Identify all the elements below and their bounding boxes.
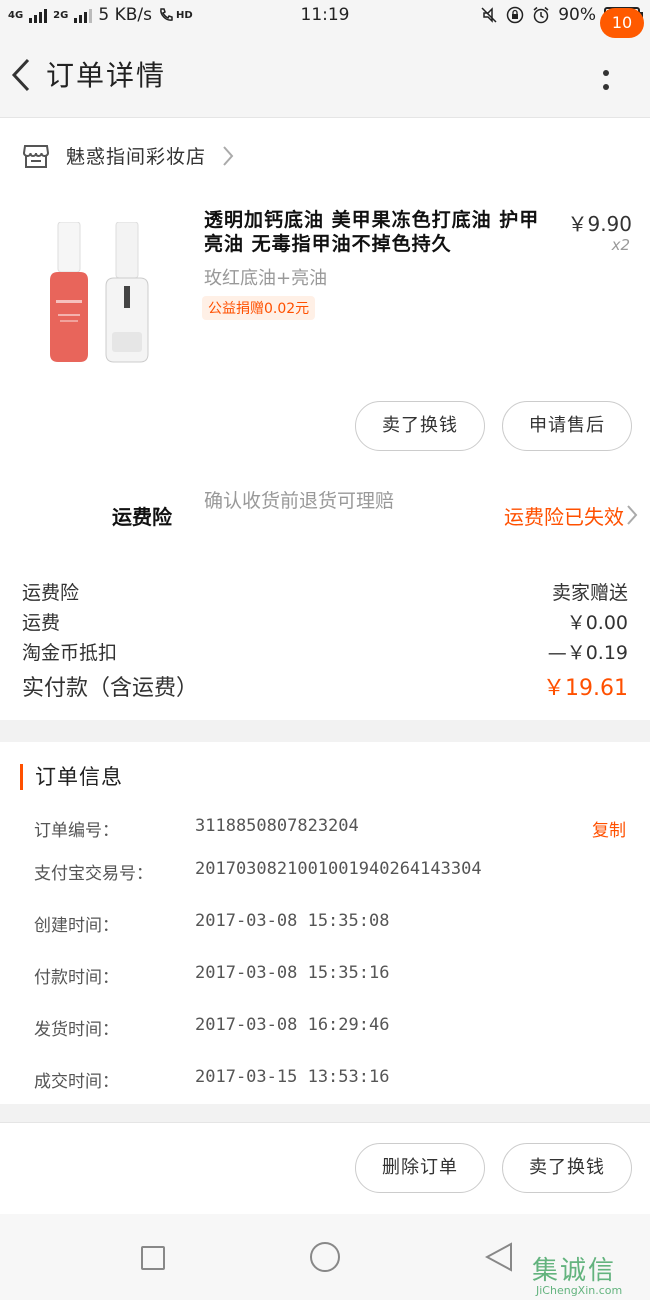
- page-title: 订单详情: [46, 59, 167, 92]
- fee-label: 运费: [22, 612, 61, 634]
- info-value: 2017-03-08 16:29:46: [195, 1015, 390, 1035]
- shop-row[interactable]: 魅惑指间彩妆店: [22, 142, 234, 169]
- shop-name[interactable]: 魅惑指间彩妆店: [66, 142, 206, 169]
- fee-value: —￥0.19: [547, 642, 628, 664]
- insurance-description: 确认收货前退货可理赔: [204, 490, 395, 512]
- battery-percent: 90%: [558, 5, 596, 25]
- product-sku: 玫红底油+亮油: [204, 268, 328, 289]
- total-label: 实付款（含运费）: [22, 676, 199, 701]
- watermark-logo: 集诚信 JiChengXin.com: [532, 1250, 648, 1298]
- info-value: 2017-03-08 15:35:16: [195, 963, 390, 983]
- copy-button[interactable]: 复制: [592, 816, 626, 841]
- alarm-icon: [533, 6, 549, 24]
- after-sale-button[interactable]: 申请售后: [502, 401, 632, 451]
- shop-icon: [22, 144, 50, 168]
- recent-apps-icon[interactable]: [141, 1246, 165, 1270]
- total-row: 实付款（含运费） ￥19.61: [22, 670, 628, 702]
- back-arrow-icon[interactable]: [8, 56, 34, 94]
- chevron-right-icon: [223, 145, 234, 166]
- product-title[interactable]: 透明加钙底油 美甲果冻色打底油 护甲亮油 无毒指甲油不掉色持久: [204, 208, 549, 256]
- fee-label: 运费险: [22, 582, 80, 604]
- total-value: ￥19.61: [543, 676, 628, 701]
- insurance-status[interactable]: 运费险已失效: [504, 501, 624, 530]
- info-value: 2017-03-15 13:53:16: [195, 1067, 390, 1087]
- bottom-action-bar: 删除订单 卖了换钱: [0, 1122, 650, 1214]
- fee-row-shipping: 运费 ￥0.00: [22, 608, 628, 635]
- product-image[interactable]: [36, 222, 176, 367]
- sell-button[interactable]: 卖了换钱: [355, 401, 485, 451]
- info-key: 付款时间：: [34, 968, 119, 988]
- order-info-title: 订单信息: [20, 764, 123, 790]
- watermark-text: 集诚信: [532, 1256, 617, 1286]
- product-quantity: x2: [611, 236, 630, 254]
- fee-row-insurance: 运费险 卖家赠送: [22, 578, 628, 605]
- chevron-right-icon[interactable]: [626, 504, 638, 526]
- product-price: ￥9.90: [567, 212, 632, 236]
- message-count-badge[interactable]: 10: [600, 8, 644, 38]
- info-key: 支付宝交易号：: [34, 864, 153, 884]
- sell-button-bottom[interactable]: 卖了换钱: [502, 1143, 632, 1193]
- delete-order-button[interactable]: 删除订单: [355, 1143, 485, 1193]
- info-value: 2017-03-08 15:35:08: [195, 911, 390, 931]
- info-key: 成交时间：: [34, 1072, 119, 1092]
- fee-value: 卖家赠送: [551, 582, 628, 604]
- back-triangle-icon[interactable]: [485, 1242, 513, 1272]
- status-bar: 4G 2G 5 KB/s HD 11:19 90%: [0, 0, 650, 32]
- lock-rotate-icon: [506, 6, 524, 24]
- mute-icon: [481, 7, 497, 23]
- insurance-label: 运费险: [112, 505, 172, 529]
- fee-value: ￥0.00: [566, 612, 628, 634]
- info-key: 订单编号：: [34, 821, 119, 841]
- more-menu-icon[interactable]: [600, 70, 612, 96]
- fee-row-coins: 淘金币抵扣 —￥0.19: [22, 638, 628, 665]
- watermark-url: JiChengXin.com: [536, 1284, 623, 1297]
- info-key: 发货时间：: [34, 1020, 119, 1040]
- order-info-card: 订单信息 复制 订单编号： 3118850807823204 支付宝交易号： 2…: [0, 742, 650, 1104]
- fee-label: 淘金币抵扣: [22, 642, 118, 664]
- home-icon[interactable]: [310, 1242, 340, 1272]
- info-value: 2017030821001001940264143304: [195, 859, 482, 879]
- order-card: 魅惑指间彩妆店 透明加钙底油 美甲果冻色打底油 护甲亮油 无毒指甲油不掉色持久 …: [0, 118, 650, 720]
- info-value: 3118850807823204: [195, 816, 359, 836]
- nav-bar: 订单详情: [0, 32, 650, 118]
- info-key: 创建时间：: [34, 916, 119, 936]
- charity-badge: 公益捐赠0.02元: [202, 296, 316, 320]
